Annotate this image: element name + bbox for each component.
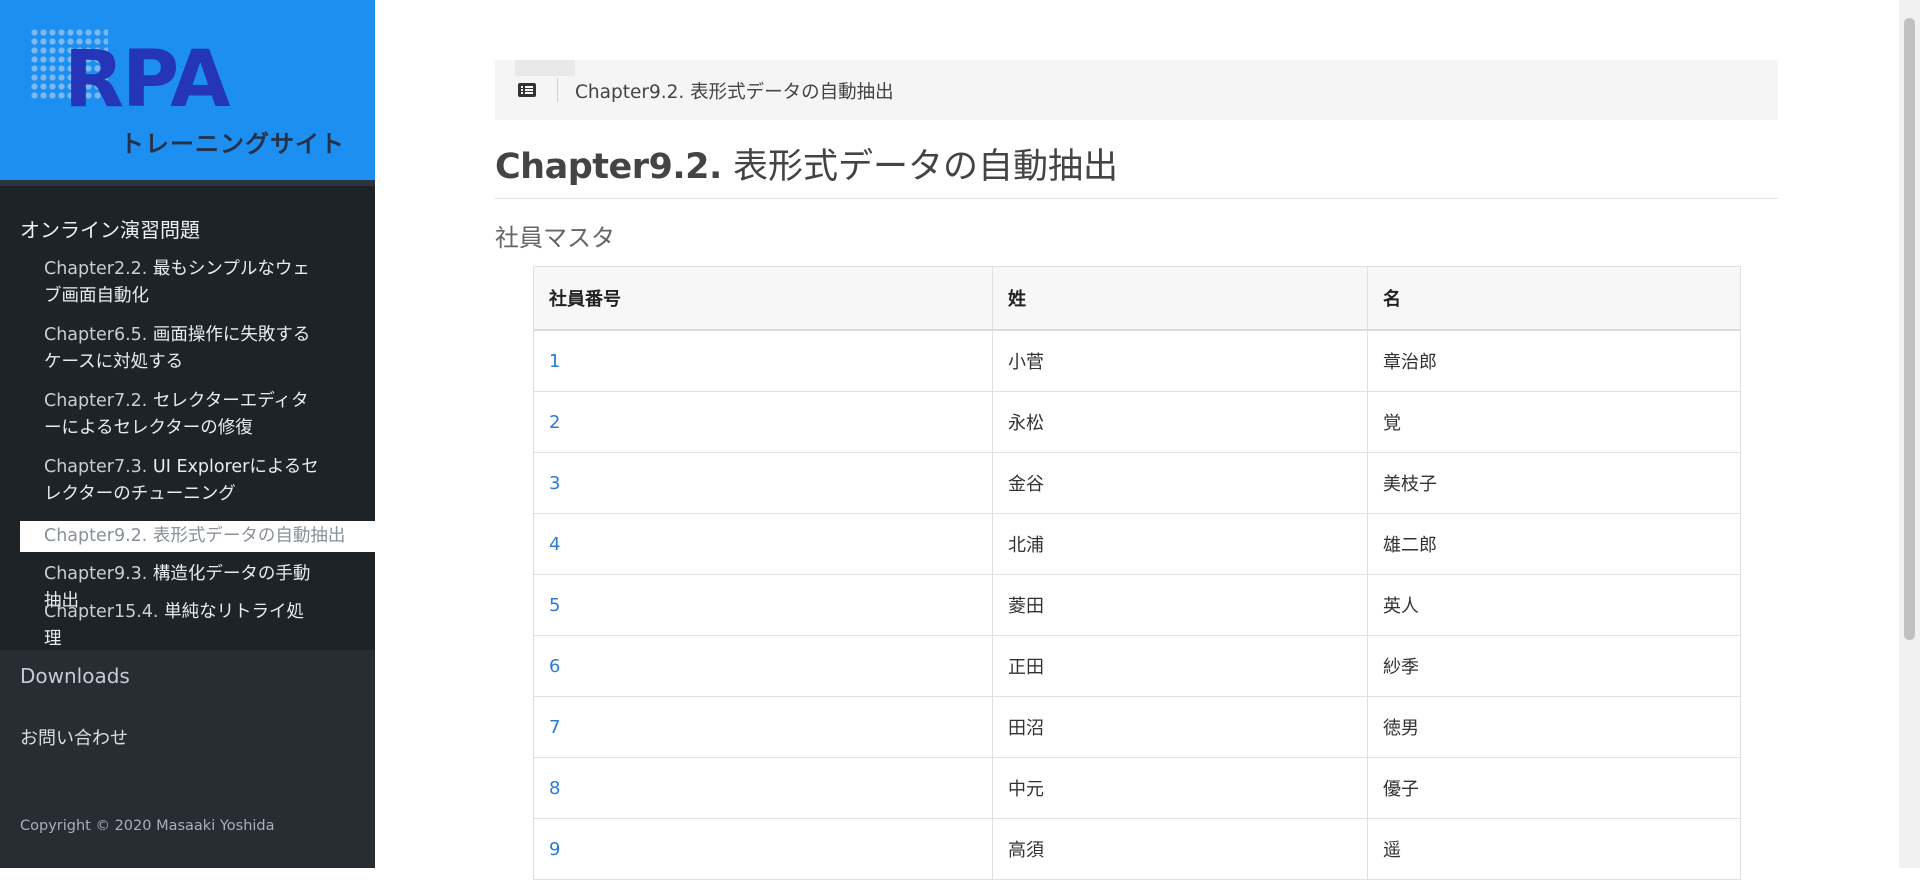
employee-id-link[interactable]: 2 (549, 412, 560, 433)
last-name-cell: 北浦 (992, 513, 1368, 575)
sidebar-item-chapter-7-3[interactable]: Chapter7.3. UI Explorerによるセレクターのチューニング (20, 454, 320, 508)
sidebar-contact-link[interactable]: お問い合わせ (20, 724, 128, 750)
page-title-text: 表形式データの自動抽出 (721, 147, 1118, 187)
breadcrumb: Chapter9.2. 表形式データの自動抽出 (495, 60, 1778, 120)
employee-id-cell: 3 (533, 452, 993, 514)
last-name-cell: 永松 (992, 391, 1368, 453)
employee-id-link[interactable]: 7 (549, 717, 560, 738)
logo-title: RPA (64, 35, 230, 125)
employee-id-link[interactable]: 4 (549, 534, 560, 555)
breadcrumb-tab (515, 60, 575, 76)
employee-id-cell: 2 (533, 391, 993, 453)
employee-table-container: 社員番号 姓 名 1 小菅 章治郎 2 永松 覚 3 金谷 美枝子 4 北浦 雄… (533, 266, 1741, 880)
employee-id-link[interactable]: 1 (549, 351, 560, 372)
employee-id-cell: 5 (533, 574, 993, 636)
sidebar-item-chapter-9-2-active[interactable]: Chapter9.2. 表形式データの自動抽出 (20, 521, 375, 552)
employee-id-link[interactable]: 3 (549, 473, 560, 494)
list-icon[interactable] (517, 80, 537, 100)
section-title: 社員マスタ (495, 224, 615, 252)
page-scrollbar[interactable] (1899, 0, 1920, 868)
breadcrumb-current: Chapter9.2. 表形式データの自動抽出 (575, 82, 894, 103)
first-name-cell: 美枝子 (1367, 452, 1741, 514)
sidebar-item-chapter-7-2[interactable]: Chapter7.2. セレクターエディターによるセレクターの修復 (20, 388, 320, 442)
first-name-cell: 紗季 (1367, 635, 1741, 697)
first-name-cell: 英人 (1367, 574, 1741, 636)
table-header-row: 社員番号 姓 名 (533, 266, 1741, 331)
breadcrumb-divider (557, 78, 558, 102)
employee-id-cell: 9 (533, 818, 993, 880)
logo-subtitle: トレーニングサイト (120, 130, 345, 158)
last-name-cell: 小菅 (992, 329, 1368, 392)
table-row: 8 中元 優子 (533, 757, 1741, 819)
employee-id-link[interactable]: 5 (549, 595, 560, 616)
table-row: 6 正田 紗季 (533, 635, 1741, 697)
employee-table: 社員番号 姓 名 1 小菅 章治郎 2 永松 覚 3 金谷 美枝子 4 北浦 雄… (533, 266, 1741, 880)
page-title-chapter: Chapter9.2. (495, 147, 722, 187)
table-row: 3 金谷 美枝子 (533, 452, 1741, 514)
sidebar-item-label: 表形式データの自動抽出 (147, 526, 346, 546)
table-row: 4 北浦 雄二郎 (533, 513, 1741, 575)
first-name-cell: 遥 (1367, 818, 1741, 880)
column-header-last-name: 姓 (992, 266, 1368, 331)
table-row: 7 田沼 徳男 (533, 696, 1741, 758)
sidebar-item-number: Chapter7.3. (44, 457, 148, 477)
employee-id-link[interactable]: 8 (549, 778, 560, 799)
sidebar-item-number: Chapter2.2. (44, 259, 148, 279)
scrollbar-thumb[interactable] (1904, 18, 1915, 640)
sidebar-item-number: Chapter6.5. (44, 325, 148, 345)
site-logo[interactable]: RPA トレーニングサイト (0, 0, 375, 180)
first-name-cell: 優子 (1367, 757, 1741, 819)
last-name-cell: 菱田 (992, 574, 1368, 636)
copyright-text: Copyright © 2020 Masaaki Yoshida (20, 818, 275, 834)
column-header-first-name: 名 (1367, 266, 1741, 331)
last-name-cell: 正田 (992, 635, 1368, 697)
employee-id-cell: 8 (533, 757, 993, 819)
sidebar-item-number: Chapter9.2. (44, 526, 148, 546)
sidebar-item-number: Chapter15.4. (44, 602, 159, 622)
table-row: 9 高須 遥 (533, 818, 1741, 880)
first-name-cell: 雄二郎 (1367, 513, 1741, 575)
sidebar-item-chapter-6-5[interactable]: Chapter6.5. 画面操作に失敗するケースに対処する (20, 322, 320, 376)
sidebar-item-number: Chapter7.2. (44, 391, 148, 411)
last-name-cell: 田沼 (992, 696, 1368, 758)
column-header-employee-id: 社員番号 (533, 266, 993, 331)
logo-divider (0, 180, 375, 186)
sidebar-item-chapter-15-4[interactable]: Chapter15.4. 単純なリトライ処理 (20, 599, 320, 653)
employee-id-cell: 1 (533, 329, 993, 392)
sidebar: RPA トレーニングサイト オンライン演習問題 Chapter2.2. 最もシン… (0, 0, 375, 868)
employee-id-link[interactable]: 9 (549, 839, 560, 860)
first-name-cell: 徳男 (1367, 696, 1741, 758)
employee-id-link[interactable]: 6 (549, 656, 560, 677)
table-row: 1 小菅 章治郎 (533, 329, 1741, 392)
last-name-cell: 高須 (992, 818, 1368, 880)
first-name-cell: 覚 (1367, 391, 1741, 453)
sidebar-downloads-link[interactable]: Downloads (20, 664, 130, 688)
last-name-cell: 中元 (992, 757, 1368, 819)
sidebar-item-chapter-2-2[interactable]: Chapter2.2. 最もシンプルなウェブ画面自動化 (20, 256, 320, 310)
sidebar-item-number: Chapter9.3. (44, 564, 148, 584)
employee-id-cell: 7 (533, 696, 993, 758)
table-row: 5 菱田 英人 (533, 574, 1741, 636)
employee-id-cell: 6 (533, 635, 993, 697)
page-title: Chapter9.2. 表形式データの自動抽出 (495, 138, 1118, 189)
title-divider (495, 198, 1778, 199)
last-name-cell: 金谷 (992, 452, 1368, 514)
employee-id-cell: 4 (533, 513, 993, 575)
table-row: 2 永松 覚 (533, 391, 1741, 453)
first-name-cell: 章治郎 (1367, 329, 1741, 392)
nav-section-title[interactable]: オンライン演習問題 (20, 214, 200, 243)
